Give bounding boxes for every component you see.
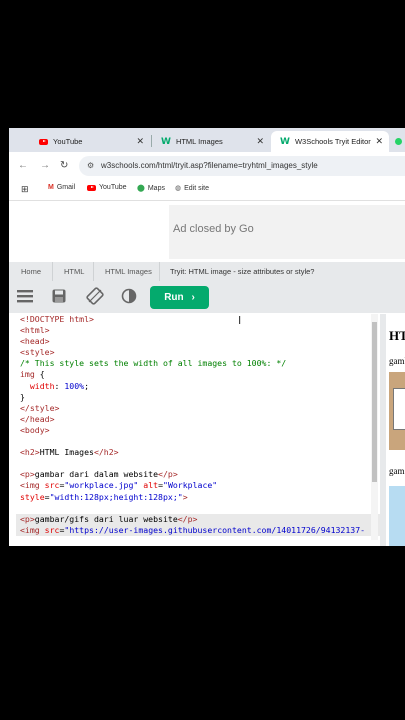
theme-icon[interactable] (121, 288, 137, 309)
tab-bar: YouTube ✕ W HTML Images ✕ W W3Schools Tr… (9, 128, 405, 152)
code-line: width: 100%; (29, 380, 90, 391)
tab-partial[interactable] (390, 131, 405, 152)
tab-label: YouTube (53, 137, 83, 146)
code-line: style="width:128px;height:128px;"> (20, 491, 188, 502)
rotate-icon[interactable] (86, 287, 104, 310)
code-line: </style> (20, 402, 60, 413)
forward-icon[interactable]: → (40, 160, 50, 171)
result-heading: HT (389, 328, 405, 343)
run-button[interactable]: Run › (150, 286, 209, 309)
tab-youtube[interactable]: YouTube ✕ (30, 131, 150, 152)
url-text: w3schools.com/html/tryit.asp?filename=tr… (101, 161, 318, 170)
bookmarks-bar: ⊞ M Gmail YouTube ⬤ Maps ◍ Edit site (9, 180, 405, 198)
code-line: /* This style sets the width of all imag… (20, 358, 287, 369)
address-bar-row: ← → ↻ ⚙ w3schools.com/html/tryit.asp?fil… (9, 152, 405, 180)
code-editor[interactable]: <!DOCTYPE html> <html> <head> <style> /*… (16, 314, 380, 540)
breadcrumb-current: Tryit: HTML image - size attributes or s… (170, 267, 315, 276)
apps-icon[interactable]: ⊞ (21, 184, 29, 195)
tab-html-images[interactable]: W HTML Images ✕ (152, 131, 270, 152)
code-line: img { (20, 369, 45, 380)
tab-label: W3Schools Tryit Editor (294, 137, 371, 146)
scrollbar-thumb[interactable] (372, 322, 377, 482)
site-info-icon[interactable]: ⚙ (87, 156, 94, 176)
result-paragraph: gamb (389, 356, 405, 366)
youtube-icon (87, 184, 96, 191)
editor-toolbar: Run › (9, 281, 405, 313)
bookmark-edit-site[interactable]: ◍ Edit site (175, 184, 209, 193)
result-paragraph: gam (389, 466, 405, 476)
tab-label: HTML Images (175, 137, 223, 146)
globe-icon: ◍ (175, 185, 182, 192)
code-line: <h2>HTML Images</h2> (20, 447, 119, 458)
bookmark-youtube[interactable]: YouTube (87, 184, 127, 191)
breadcrumb-home[interactable]: Home (21, 267, 41, 276)
code-line: </head> (20, 413, 55, 424)
code-line: <p>gambar dari dalam website</p> (20, 469, 178, 480)
w3schools-icon: W (280, 136, 290, 147)
browser-window: YouTube ✕ W HTML Images ✕ W W3Schools Tr… (9, 128, 405, 546)
breadcrumb-html[interactable]: HTML (64, 267, 84, 276)
url-input[interactable]: ⚙ w3schools.com/html/tryit.asp?filename=… (79, 156, 405, 176)
text-cursor-icon: I (238, 314, 242, 327)
bookmark-gmail[interactable]: M Gmail (48, 184, 75, 191)
result-pane: HT gamb gam (386, 314, 405, 546)
back-icon[interactable]: ← (18, 160, 28, 171)
w3schools-icon: W (161, 136, 171, 147)
gmail-icon: M (48, 184, 54, 191)
workplace-image (389, 372, 405, 450)
bookmark-maps[interactable]: ⬤ Maps (137, 184, 165, 193)
save-icon[interactable] (52, 289, 66, 308)
close-icon[interactable]: ✕ (256, 136, 264, 147)
maps-icon: ⬤ (137, 185, 145, 192)
ad-area: Ad closed by Go (9, 200, 405, 263)
reload-icon[interactable]: ↻ (60, 160, 68, 171)
close-icon[interactable]: ✕ (375, 136, 383, 147)
code-line: <style> (20, 347, 55, 358)
code-scrollbar[interactable] (371, 314, 378, 540)
code-line: <html> (20, 325, 50, 336)
code-line: <img src="workplace.jpg" alt="Workplace" (20, 480, 218, 491)
code-line: <body> (20, 424, 50, 435)
gif-image (389, 486, 405, 546)
youtube-icon (39, 138, 48, 145)
code-line: <!DOCTYPE html> (20, 314, 94, 324)
close-icon[interactable]: ✕ (136, 136, 144, 147)
breadcrumb: Home HTML HTML Images Tryit: HTML image … (9, 262, 405, 281)
tab-tryit-editor[interactable]: W W3Schools Tryit Editor ✕ (271, 131, 389, 152)
code-line: <img src="https://user-images.githubuser… (16, 524, 380, 536)
chevron-right-icon: › (191, 292, 195, 303)
code-line: <head> (20, 336, 50, 347)
code-line: } (20, 391, 25, 402)
breadcrumb-html-images[interactable]: HTML Images (105, 267, 152, 276)
code-line: <p>gambar/gifs dari luar website</p> (16, 513, 380, 525)
ad-closed-text: Ad closed by Go (173, 223, 254, 235)
menu-icon[interactable] (17, 289, 33, 308)
